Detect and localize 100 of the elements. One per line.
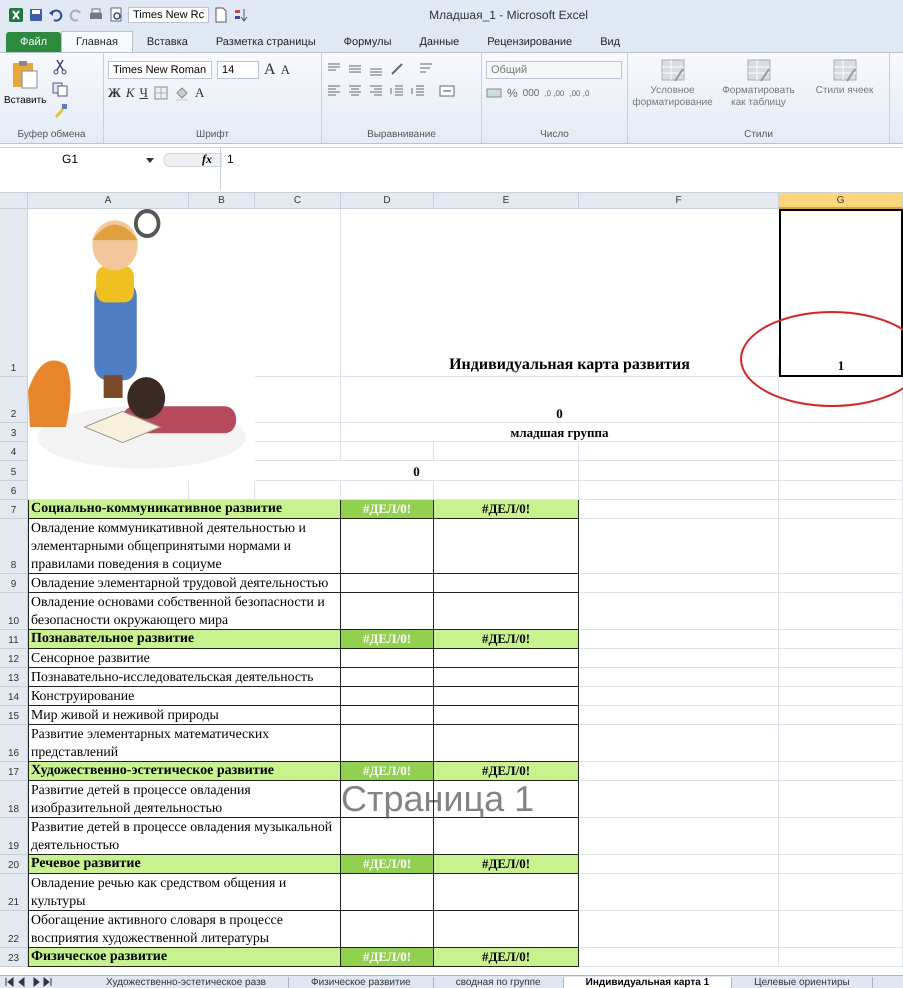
row-header[interactable]: 10 — [0, 593, 28, 630]
paste-button[interactable]: Вставить — [4, 57, 46, 129]
ribbon-tab[interactable]: Данные — [405, 32, 474, 52]
dropdown-caret-icon[interactable] — [146, 158, 154, 164]
name-box[interactable]: G1 — [0, 148, 140, 170]
empty-cell[interactable] — [779, 442, 903, 461]
empty-cell[interactable] — [779, 461, 903, 481]
sheet-tab[interactable]: Физическое развитие — [288, 976, 434, 988]
empty-cell[interactable] — [579, 781, 779, 818]
save-icon[interactable] — [28, 7, 44, 23]
fill-bucket-icon[interactable] — [174, 85, 190, 101]
decrease-decimal-button[interactable]: ,00 ,0 — [569, 88, 590, 98]
empty-cell[interactable] — [779, 630, 903, 649]
empty-cell[interactable] — [579, 519, 779, 574]
row-header[interactable]: 18 — [0, 781, 28, 818]
column-header[interactable]: B — [189, 193, 255, 209]
row-header[interactable]: 19 — [0, 818, 28, 855]
empty-cell[interactable] — [579, 911, 779, 948]
empty-cell[interactable] — [579, 593, 779, 630]
empty-cell[interactable] — [579, 687, 779, 706]
row-header[interactable]: 13 — [0, 668, 28, 687]
empty-cell[interactable] — [434, 442, 579, 461]
grow-font-button[interactable]: A — [264, 61, 276, 79]
sheet-tab[interactable]: Целевые ориентиры — [732, 976, 873, 988]
row-header[interactable]: 1 — [0, 209, 28, 377]
empty-cell[interactable] — [579, 574, 779, 593]
column-header[interactable]: D — [341, 193, 434, 209]
copy-icon[interactable] — [52, 81, 68, 97]
row-header[interactable]: 15 — [0, 706, 28, 725]
empty-cell[interactable] — [779, 519, 903, 574]
column-header[interactable]: G — [779, 193, 903, 209]
empty-cell[interactable] — [579, 649, 779, 668]
empty-cell[interactable] — [779, 762, 903, 781]
insert-function-button[interactable]: fx — [202, 152, 212, 167]
percent-button[interactable]: % — [507, 86, 518, 100]
empty-cell[interactable] — [779, 706, 903, 725]
sheet-tab[interactable]: Индивидуальная карта 1 — [564, 976, 732, 988]
brush-icon[interactable] — [52, 103, 68, 119]
formula-field[interactable]: 1 — [220, 148, 903, 190]
empty-cell[interactable] — [779, 911, 903, 948]
empty-cell[interactable] — [779, 481, 903, 500]
styles-button[interactable]: Стили ячеек — [806, 57, 884, 129]
ribbon-tab[interactable]: Вставка — [132, 32, 202, 52]
merge-cells-icon[interactable] — [439, 83, 455, 99]
new-document-icon[interactable] — [213, 7, 230, 23]
bold-button[interactable]: Ж — [108, 85, 121, 101]
row-header[interactable]: 12 — [0, 649, 28, 668]
shrink-font-button[interactable]: A — [280, 62, 290, 78]
empty-cell[interactable] — [579, 668, 779, 687]
empty-cell[interactable] — [779, 668, 903, 687]
thousands-button[interactable]: 000 — [522, 88, 540, 98]
increase-decimal-button[interactable]: ,0 ,00 — [544, 88, 564, 98]
row-header[interactable]: 9 — [0, 574, 28, 593]
font-dropdown[interactable]: Times New Rc — [128, 7, 210, 23]
column-header[interactable]: E — [434, 193, 579, 209]
ribbon-tab[interactable]: Файл — [6, 32, 62, 52]
empty-cell[interactable] — [579, 874, 779, 911]
undo-icon[interactable] — [48, 7, 64, 23]
empty-cell[interactable] — [779, 500, 903, 519]
borders-icon[interactable] — [152, 85, 169, 101]
empty-cell[interactable] — [779, 687, 903, 706]
sheet-tab[interactable]: Художественно-эстетическое разв — [84, 976, 289, 988]
print-preview-icon[interactable] — [108, 7, 124, 23]
row-header[interactable]: 22 — [0, 911, 28, 948]
scissors-icon[interactable] — [52, 59, 68, 75]
row-header[interactable]: 20 — [0, 855, 28, 874]
row-header[interactable]: 16 — [0, 725, 28, 762]
empty-cell[interactable] — [779, 855, 903, 874]
select-all-button[interactable] — [0, 193, 28, 209]
ribbon-tab[interactable]: Вид — [586, 32, 634, 52]
empty-cell[interactable] — [779, 574, 903, 593]
empty-cell[interactable] — [579, 706, 779, 725]
ribbon-tab[interactable]: Формулы — [330, 32, 406, 52]
empty-cell[interactable] — [779, 948, 903, 967]
empty-cell[interactable] — [579, 818, 779, 855]
row-header[interactable]: 2 — [0, 377, 28, 423]
empty-cell[interactable] — [779, 423, 903, 442]
empty-cell[interactable] — [579, 461, 779, 481]
empty-cell[interactable] — [779, 377, 903, 423]
column-header[interactable]: C — [255, 193, 341, 209]
ribbon-tab[interactable]: Рецензирование — [473, 32, 586, 52]
column-header[interactable]: F — [579, 193, 779, 209]
empty-cell[interactable] — [579, 442, 779, 461]
font-name-field[interactable]: Times New Roman — [108, 61, 212, 79]
row-header[interactable]: 14 — [0, 687, 28, 706]
font-color-button[interactable]: A — [194, 85, 204, 101]
selected-cell[interactable]: 1 — [779, 209, 903, 377]
empty-cell[interactable] — [779, 818, 903, 855]
row-header[interactable]: 11 — [0, 630, 28, 649]
row-header[interactable]: 7 — [0, 500, 28, 519]
row-header[interactable]: 5 — [0, 461, 28, 481]
row-header[interactable]: 8 — [0, 519, 28, 574]
ribbon-tab[interactable]: Разметка страницы — [202, 32, 330, 52]
italic-button[interactable]: К — [126, 85, 134, 101]
empty-cell[interactable] — [779, 725, 903, 762]
styles-button[interactable]: Форматировать как таблицу — [720, 57, 798, 129]
row-header[interactable]: 23 — [0, 948, 28, 967]
row-header[interactable]: 6 — [0, 481, 28, 500]
sort-icon[interactable] — [233, 7, 250, 23]
column-header[interactable]: A — [28, 193, 189, 209]
